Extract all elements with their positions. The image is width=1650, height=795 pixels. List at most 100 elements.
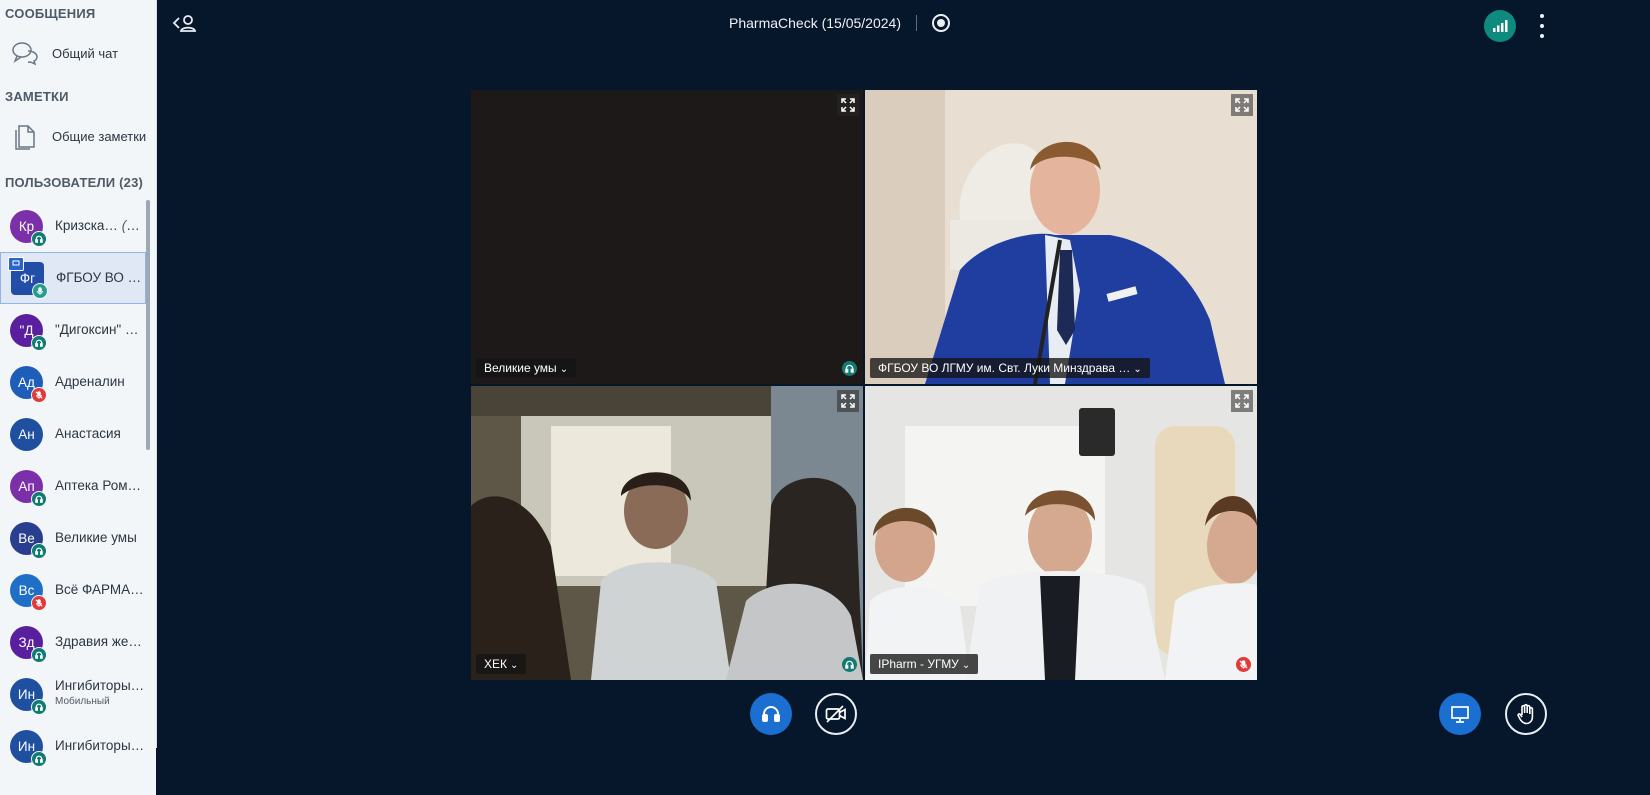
user-list-item[interactable]: "Д "Дигоксин" … (0, 304, 146, 356)
team-video-frame (865, 386, 1257, 680)
headphones-icon (31, 698, 47, 715)
user-name: Всё ФАРМА… (55, 582, 146, 598)
users-count: (23) (119, 175, 144, 190)
muted-mic-icon (31, 386, 47, 403)
avatar-initials: Ве (18, 530, 35, 546)
video-name-label: ФГБОУ ВО ЛГМУ им. Свт. Луки Минздрава … (878, 361, 1131, 375)
user-name: Адреналин (55, 374, 146, 390)
user-list-item[interactable]: Фг ФГБОУ ВО Л… (0, 252, 146, 304)
fullscreen-icon[interactable] (1231, 390, 1253, 412)
video-tile-3[interactable]: ХЕК ⌄ (471, 386, 863, 680)
video-name-tag[interactable]: IPharm - УГМУ ⌄ (870, 654, 979, 674)
notes-header: ЗАМЕТКИ (5, 89, 69, 104)
user-list-item[interactable]: Ад Адреналин (0, 356, 146, 408)
fullscreen-icon[interactable] (837, 390, 859, 412)
session-title: PharmaCheck (15/05/2024) (729, 15, 901, 31)
user-name-label: Всё ФАРМА… (55, 582, 144, 597)
video-name-tag[interactable]: ФГБОУ ВО ЛГМУ им. Свт. Луки Минздрава … ⌄ (870, 358, 1150, 378)
user-name-label: "Дигоксин" … (55, 322, 139, 337)
fullscreen-icon[interactable] (837, 94, 859, 116)
chat-icon (10, 38, 40, 68)
more-options-icon[interactable] (1534, 14, 1550, 38)
headphones-icon (31, 646, 47, 663)
user-list-item[interactable]: Кр Кризска… (Вы) (0, 200, 146, 252)
connection-status-icon[interactable] (1484, 10, 1516, 42)
avatar: Кр (10, 209, 47, 247)
avatar-initials: Вс (18, 582, 35, 598)
user-name: Великие умы (55, 530, 146, 546)
mic-icon (32, 282, 48, 299)
user-list-item[interactable]: Ин Ингибиторы … (0, 720, 146, 772)
video-name-label: Великие умы (484, 361, 557, 375)
user-name: "Дигоксин" … (55, 322, 146, 338)
speaker-video-frame (865, 90, 1257, 384)
user-name: Ингибиторы … Мобильный (55, 678, 146, 710)
shared-notes-label: Общие заметки (52, 128, 147, 144)
avatar-initials: Кр (18, 218, 35, 234)
video-tile-1[interactable]: Великие умы ⌄ (471, 90, 863, 384)
avatar: Ан (10, 417, 43, 451)
video-name-tag[interactable]: Великие умы ⌄ (476, 358, 577, 378)
user-list: Кр Кризска… (Вы) Фг ФГБОУ ВО Л… "Д "Дигоксин"… (0, 200, 146, 772)
user-list-item[interactable]: Ин Ингибиторы … Мобильный (0, 668, 146, 720)
muted-mic-icon (31, 594, 47, 611)
user-list-item[interactable]: Вс Всё ФАРМА… (0, 564, 146, 616)
public-chat-label: Общий чат (52, 45, 119, 61)
user-list-item[interactable]: Зд Здравия же… (0, 616, 146, 668)
avatar: Ад (10, 365, 47, 403)
user-name-label: ФГБОУ ВО Л… (56, 270, 145, 285)
user-name-label: Ингибиторы … (55, 678, 146, 693)
you-label: (Вы) (121, 218, 146, 233)
avatar: Вс (10, 573, 47, 611)
users-header-label: ПОЛЬЗОВАТЕЛИ (5, 175, 116, 190)
user-name-label: Кризска… (55, 218, 118, 233)
user-name-label: Аптека Ром… (55, 478, 142, 493)
headphones-icon (31, 334, 47, 351)
raise-hand-icon[interactable] (1505, 693, 1547, 735)
video-name-label: ХЕК (484, 657, 507, 671)
camera-off-icon[interactable] (815, 693, 857, 735)
avatar-initials: Ин (17, 686, 36, 702)
headphones-icon (31, 490, 47, 507)
public-chat-item[interactable]: Общий чат (0, 26, 156, 80)
headphones-icon[interactable] (750, 693, 792, 735)
user-name: Здравия же… (55, 634, 146, 650)
messages-header: СООБЩЕНИЯ (5, 6, 96, 21)
video-name-tag[interactable]: ХЕК ⌄ (476, 654, 527, 674)
avatar: Зд (10, 625, 47, 663)
avatar-initials: Ад (18, 374, 35, 390)
user-name-label: Здравия же… (55, 634, 142, 649)
presentation-icon[interactable] (1439, 693, 1481, 735)
user-list-item[interactable]: Ве Великие умы (0, 512, 146, 564)
headphones-icon (842, 657, 857, 672)
avatar-initials: Ап (18, 478, 35, 494)
headphones-icon (31, 542, 47, 559)
avatar-initials: Зд (18, 634, 35, 650)
avatar: Ин (10, 729, 47, 767)
user-name-label: Ингибиторы … (55, 738, 146, 753)
video-tile-4[interactable]: IPharm - УГМУ ⌄ (865, 386, 1257, 680)
video-name-label: IPharm - УГМУ (878, 657, 959, 671)
user-list-item[interactable]: Ан Анастасия (0, 408, 146, 460)
avatar-initials: Ан (18, 426, 35, 442)
avatar: Ап (10, 469, 47, 507)
video-tile-2[interactable]: ФГБОУ ВО ЛГМУ им. Свт. Луки Минздрава … ⌄ (865, 90, 1257, 384)
avatar-initials: Фг (19, 270, 36, 286)
avatar: Ин (10, 677, 47, 715)
avatar-initials: "Д (19, 322, 34, 338)
user-name: Анастасия (55, 426, 146, 442)
user-name-label: Анастасия (55, 426, 121, 441)
user-list-toggle-icon[interactable] (172, 12, 198, 36)
record-icon[interactable] (932, 14, 950, 32)
presenter-icon (8, 256, 24, 271)
user-name: Кризска… (Вы) (55, 218, 146, 234)
avatar: "Д (10, 313, 47, 351)
avatar: Ве (10, 521, 47, 559)
user-list-item[interactable]: Ап Аптека Ром… (0, 460, 146, 512)
fullscreen-icon[interactable] (1231, 94, 1253, 116)
user-name-label: Великие умы (55, 530, 137, 545)
shared-notes-item[interactable]: Общие заметки (0, 109, 156, 163)
sidebar-scrollbar[interactable] (146, 200, 150, 450)
user-list-sidebar: СООБЩЕНИЯ Общий чат ЗАМЕТКИ Общие заметк… (0, 0, 157, 795)
user-device-label: Мобильный (55, 696, 110, 707)
